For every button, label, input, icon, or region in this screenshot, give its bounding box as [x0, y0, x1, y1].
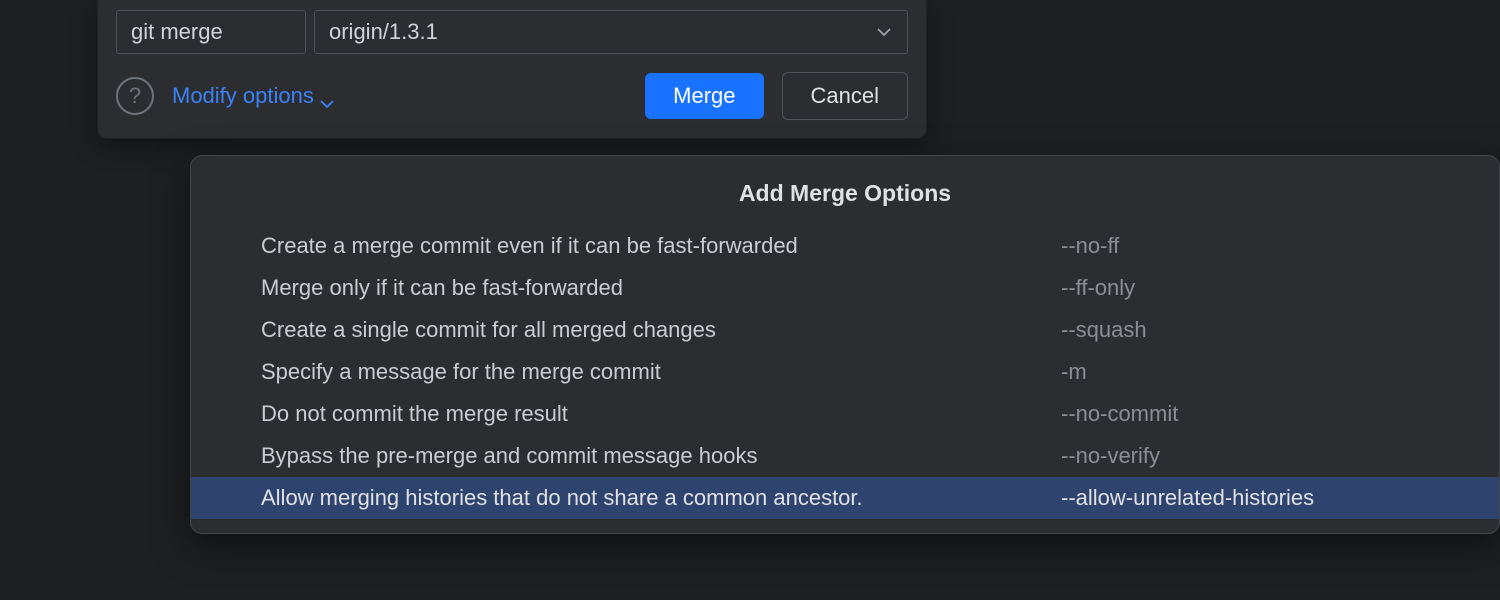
git-command-text: git merge [131, 19, 223, 45]
branch-select[interactable]: origin/1.3.1 [314, 10, 908, 54]
merge-button[interactable]: Merge [645, 73, 763, 119]
chevron-down-icon [875, 23, 893, 41]
merge-option-row[interactable]: Bypass the pre-merge and commit message … [191, 435, 1499, 477]
merge-option-row[interactable]: Specify a message for the merge commit-m [191, 351, 1499, 393]
option-flag: --no-ff [1061, 233, 1119, 259]
branch-name: origin/1.3.1 [329, 19, 438, 45]
option-description: Specify a message for the merge commit [261, 359, 1061, 385]
option-flag: --no-verify [1061, 443, 1160, 469]
command-row: git merge origin/1.3.1 [116, 10, 908, 54]
option-flag: --squash [1061, 317, 1147, 343]
merge-option-row[interactable]: Do not commit the merge result--no-commi… [191, 393, 1499, 435]
option-description: Bypass the pre-merge and commit message … [261, 443, 1061, 469]
merge-option-row[interactable]: Allow merging histories that do not shar… [191, 477, 1499, 519]
merge-option-row[interactable]: Create a merge commit even if it can be … [191, 225, 1499, 267]
modify-options-label: Modify options [172, 83, 314, 109]
actions-row: ? Modify options Merge Cancel [116, 72, 908, 120]
chevron-down-icon [320, 89, 334, 103]
help-icon[interactable]: ? [116, 77, 154, 115]
modify-options-link[interactable]: Modify options [172, 83, 334, 109]
merge-dialog: git merge origin/1.3.1 ? Modify options … [97, 0, 927, 139]
cancel-button[interactable]: Cancel [782, 72, 908, 120]
help-symbol: ? [129, 83, 141, 109]
option-description: Do not commit the merge result [261, 401, 1061, 427]
merge-option-row[interactable]: Merge only if it can be fast-forwarded--… [191, 267, 1499, 309]
git-command-field[interactable]: git merge [116, 10, 306, 54]
popup-title: Add Merge Options [191, 180, 1499, 207]
option-description: Create a merge commit even if it can be … [261, 233, 1061, 259]
option-flag: --ff-only [1061, 275, 1135, 301]
option-flag: -m [1061, 359, 1087, 385]
option-description: Create a single commit for all merged ch… [261, 317, 1061, 343]
options-list: Create a merge commit even if it can be … [191, 225, 1499, 519]
option-description: Merge only if it can be fast-forwarded [261, 275, 1061, 301]
option-flag: --allow-unrelated-histories [1061, 485, 1314, 511]
option-description: Allow merging histories that do not shar… [261, 485, 1061, 511]
merge-options-popup: Add Merge Options Create a merge commit … [190, 155, 1500, 534]
option-flag: --no-commit [1061, 401, 1178, 427]
merge-option-row[interactable]: Create a single commit for all merged ch… [191, 309, 1499, 351]
